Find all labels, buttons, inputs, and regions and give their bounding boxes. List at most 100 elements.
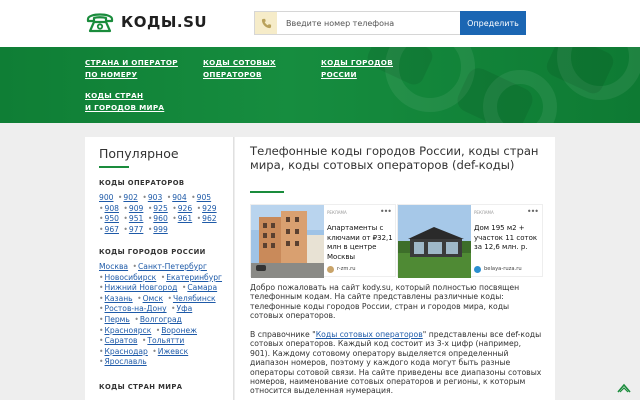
ad-more-icon[interactable]: ••• [380,207,392,216]
separator-dot: • [99,357,104,367]
separator-dot: • [172,203,177,213]
separator-dot: • [142,193,147,202]
phone-number-input[interactable] [277,12,473,34]
city-code-link[interactable]: Волгоград [140,315,182,324]
phone-search-form: Определить [254,11,526,35]
operator-code-link[interactable]: 951 [129,214,144,223]
operator-code-link[interactable]: 967 [104,225,119,234]
operator-code-link[interactable]: 960 [153,214,168,223]
separator-dot: • [99,336,104,346]
separator-dot: • [134,314,139,324]
phone-icon [261,18,271,28]
operator-code-link[interactable]: 961 [178,214,193,223]
city-code-link[interactable]: Уфа [176,304,192,313]
separator-dot: • [196,214,202,224]
separator-dot: • [147,224,153,234]
mobile-codes-paragraph: В справочнике "Коды сотовых операторов" … [250,330,542,396]
nav-russia-city-codes[interactable]: КОДЫ ГОРОДОВ РОССИИ [321,57,393,81]
para-text: В справочнике " [250,330,316,339]
city-code-link[interactable]: Санкт-Петербург [138,262,207,271]
separator-dot: • [166,193,172,202]
intro-paragraph: Добро пожаловать на сайт kody.su, которы… [250,283,520,321]
separator-dot: • [155,325,161,335]
scroll-to-top-icon[interactable] [617,383,631,393]
countries-heading: КОДЫ СТРАН МИРА [99,383,183,391]
ad-source: r-zm.ru [337,266,356,272]
operator-code-link[interactable]: 905 [197,193,212,202]
ad-more-icon[interactable]: ••• [527,207,539,216]
city-code-link[interactable]: Екатеринбург [166,273,222,282]
ad-headline: Дом 195 м2 + участок 11 соток за 12,6 мл… [474,224,538,251]
phone-icon-box [255,12,277,34]
operator-codes-list: 900 •902 •903 •904 •905 •908 •909 •925 •… [99,193,227,235]
cities-heading: КОДЫ ГОРОДОВ РОССИИ [99,248,206,256]
ad-image-house [398,205,471,278]
sidebar-title: Популярное [99,146,179,161]
operator-code-link[interactable]: 902 [123,193,138,202]
nav-country-operator[interactable]: СТРАНА И ОПЕРАТОР ПО НОМЕРУ [85,57,178,81]
separator-dot: • [99,224,104,234]
operator-code-link[interactable]: 962 [202,214,217,223]
separator-dot: • [99,283,104,293]
separator-dot: • [181,283,187,293]
separator-dot: • [137,293,142,303]
city-code-link[interactable]: Челябинск [173,294,216,303]
operator-code-link[interactable]: 950 [104,214,119,223]
separator-dot: • [147,214,153,224]
operator-code-link[interactable]: 925 [153,204,168,213]
phone-keypad-decoration [367,47,640,123]
mobile-codes-link[interactable]: Коды сотовых операторов [316,330,423,339]
nav-mobile-codes[interactable]: КОДЫ СОТОВЫХ ОПЕРАТОРОВ [203,57,276,81]
separator-dot: • [99,304,104,314]
city-code-link[interactable]: Саратов [104,336,137,345]
city-code-link[interactable]: Самара [187,283,217,292]
separator-dot: • [172,214,177,224]
city-code-link[interactable]: Новосибирск [104,273,156,282]
operator-code-link[interactable]: 977 [129,225,144,234]
ad-image-building [251,205,324,278]
ad-card[interactable]: РЕКЛАМА ••• Апартаменты с ключами от ₽32… [250,204,396,278]
ad-source: belaya-ruza.ru [484,266,522,272]
main-content: Телефонные коды городов России, коды стр… [235,137,555,400]
separator-dot: • [132,262,137,271]
separator-dot: • [196,203,202,213]
nav-world-codes[interactable]: КОДЫ СТРАН И ГОРОДОВ МИРА [85,90,164,114]
city-code-link[interactable]: Москва [99,262,128,271]
separator-dot: • [117,193,123,202]
ad-source-icon [327,266,334,273]
city-code-link[interactable]: Красноярск [104,326,151,335]
city-code-link[interactable]: Воронеж [161,326,197,335]
separator-dot: • [123,214,128,224]
operator-code-link[interactable]: 926 [178,204,193,213]
city-code-link[interactable]: Казань [104,294,132,303]
city-code-link[interactable]: Ижевск [158,347,188,356]
operator-code-link[interactable]: 909 [129,204,144,213]
operator-code-link[interactable]: 929 [202,204,217,213]
title-underline [99,166,129,168]
city-code-link[interactable]: Краснодар [104,347,147,356]
city-code-link[interactable]: Омск [143,294,163,303]
separator-dot: • [99,325,104,335]
ad-source-icon [474,266,481,273]
city-code-link[interactable]: Ярославль [104,357,146,366]
operators-heading: КОДЫ ОПЕРАТОРОВ [99,179,185,187]
ad-card[interactable]: РЕКЛАМА ••• Дом 195 м2 + участок 11 сото… [397,204,543,278]
operator-code-link[interactable]: 999 [153,225,168,234]
determine-button[interactable]: Определить [460,11,526,35]
ad-label: РЕКЛАМА [474,210,494,215]
operator-code-link[interactable]: 903 [148,193,163,202]
separator-dot: • [141,336,147,346]
operator-code-link[interactable]: 904 [172,193,187,202]
city-code-link[interactable]: Ростов-на-Дону [104,304,166,313]
operator-code-link[interactable]: 908 [104,204,119,213]
city-code-link[interactable]: Тольятти [147,336,184,345]
separator-dot: • [99,314,104,324]
site-logo[interactable]: КОДЫ.SU [85,10,207,34]
city-code-link[interactable]: Пермь [104,315,129,324]
separator-dot: • [99,203,104,213]
separator-dot: • [191,193,196,202]
operator-code-link[interactable]: 900 [99,193,114,202]
separator-dot: • [99,293,104,303]
separator-dot: • [123,224,128,234]
city-code-link[interactable]: Нижний Новгород [104,283,177,292]
